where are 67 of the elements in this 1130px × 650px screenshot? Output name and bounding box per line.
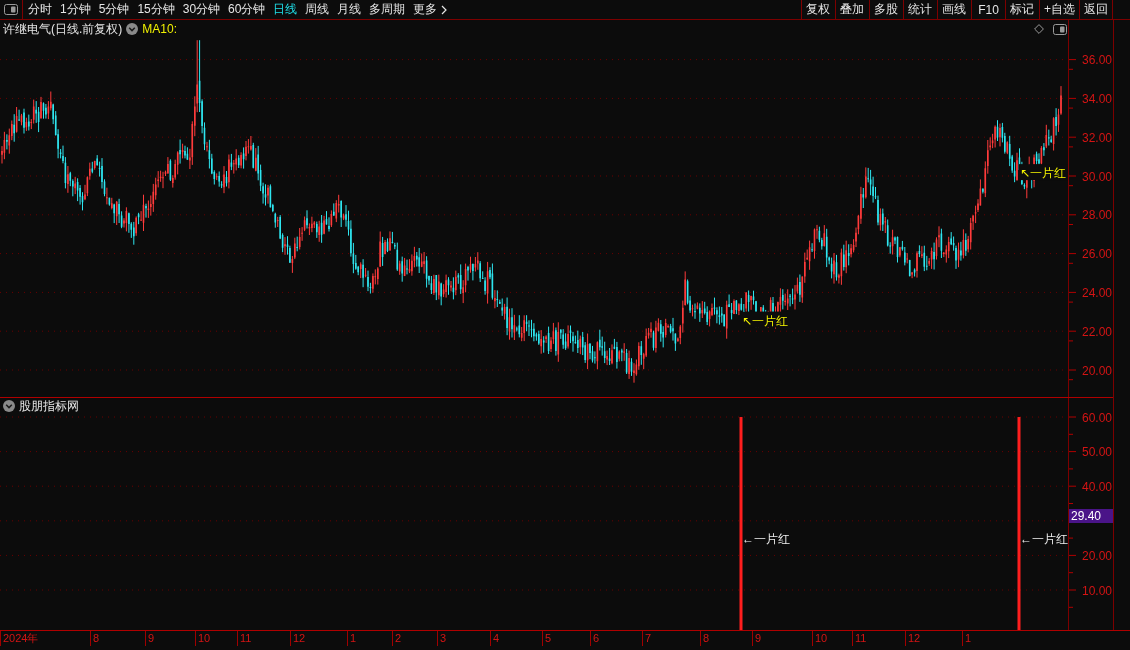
period-tab[interactable]: 分时	[24, 0, 56, 19]
value-label: 20.00	[1082, 548, 1113, 563]
chart-title: 许继电气(日线.前复权)	[3, 20, 123, 38]
price-label: 36.00	[1082, 53, 1113, 68]
value-tag: 29.40	[1069, 508, 1113, 523]
panel-icon	[4, 4, 18, 15]
date-label: 8	[90, 631, 100, 646]
price-label: 34.00	[1082, 91, 1113, 106]
price-label: 26.00	[1082, 247, 1113, 262]
date-label: 9	[752, 631, 762, 646]
period-tab[interactable]: 60分钟	[224, 0, 270, 19]
price-label: 20.00	[1082, 363, 1113, 378]
panel-icon[interactable]	[1053, 23, 1067, 35]
price-label: 22.00	[1082, 324, 1113, 339]
period-tab[interactable]: 30分钟	[178, 0, 225, 19]
indicator-title: 股朋指标网	[19, 397, 79, 415]
toolbar-button[interactable]: 叠加	[835, 0, 869, 19]
date-label: 6	[590, 631, 600, 646]
price-label: 24.00	[1082, 285, 1113, 300]
value-label: 60.00	[1082, 410, 1113, 425]
price-label: 30.00	[1082, 169, 1113, 184]
date-label: 1	[347, 631, 357, 646]
signal-label: ←一片红	[742, 532, 790, 547]
price-label: 32.00	[1082, 130, 1113, 145]
chevron-down-icon[interactable]	[126, 23, 139, 35]
period-tab[interactable]: 5分钟	[94, 0, 134, 19]
date-label: 4	[490, 631, 500, 646]
date-label: 10	[195, 631, 211, 646]
date-label: 2	[392, 631, 402, 646]
signal-label: ↖一片红	[742, 313, 789, 328]
signal-label: ←一片红	[1020, 532, 1068, 547]
toolbar-button[interactable]: 标记	[1005, 0, 1039, 19]
value-label: 40.00	[1082, 479, 1113, 494]
date-label: 2024年	[0, 631, 39, 646]
toolbar-button[interactable]: 多股	[869, 0, 903, 19]
toolbar-button[interactable]: +自选	[1039, 0, 1079, 19]
date-label: 12	[290, 631, 306, 646]
chevron-down-icon[interactable]	[3, 400, 15, 412]
period-tab[interactable]: 1分钟	[56, 0, 95, 19]
period-tab[interactable]: 多周期	[365, 0, 410, 19]
period-tab[interactable]: 周线	[301, 0, 334, 19]
toolbar-button[interactable]: F10	[971, 0, 1005, 19]
signal-label: ↖一片红	[1020, 166, 1067, 181]
date-label: 10	[812, 631, 828, 646]
toolbar-button[interactable]: 复权	[801, 0, 835, 19]
date-label: 12	[905, 631, 921, 646]
period-tab[interactable]: 月线	[333, 0, 366, 19]
period-tab[interactable]: 15分钟	[133, 0, 179, 19]
date-label: 11	[237, 631, 252, 646]
date-label: 7	[642, 631, 652, 646]
date-label: 8	[700, 631, 710, 646]
toolbar-button[interactable]: 统计	[903, 0, 937, 19]
toolbar-button[interactable]: 返回	[1079, 0, 1113, 19]
date-label: 9	[145, 631, 155, 646]
chevron-right-icon	[441, 4, 448, 15]
toolbar-button[interactable]: 画线	[937, 0, 971, 19]
indicator-label: MA10:	[142, 22, 177, 36]
period-tab[interactable]: 日线	[269, 0, 302, 19]
value-label: 50.00	[1082, 445, 1113, 460]
date-label: 1	[962, 631, 972, 646]
date-label: 5	[542, 631, 552, 646]
date-label: 11	[852, 631, 867, 646]
date-label: 3	[437, 631, 447, 646]
value-label: 10.00	[1082, 583, 1113, 598]
diamond-icon[interactable]	[1034, 24, 1044, 34]
price-label: 28.00	[1082, 208, 1113, 223]
more-button[interactable]: 更多	[409, 0, 452, 19]
